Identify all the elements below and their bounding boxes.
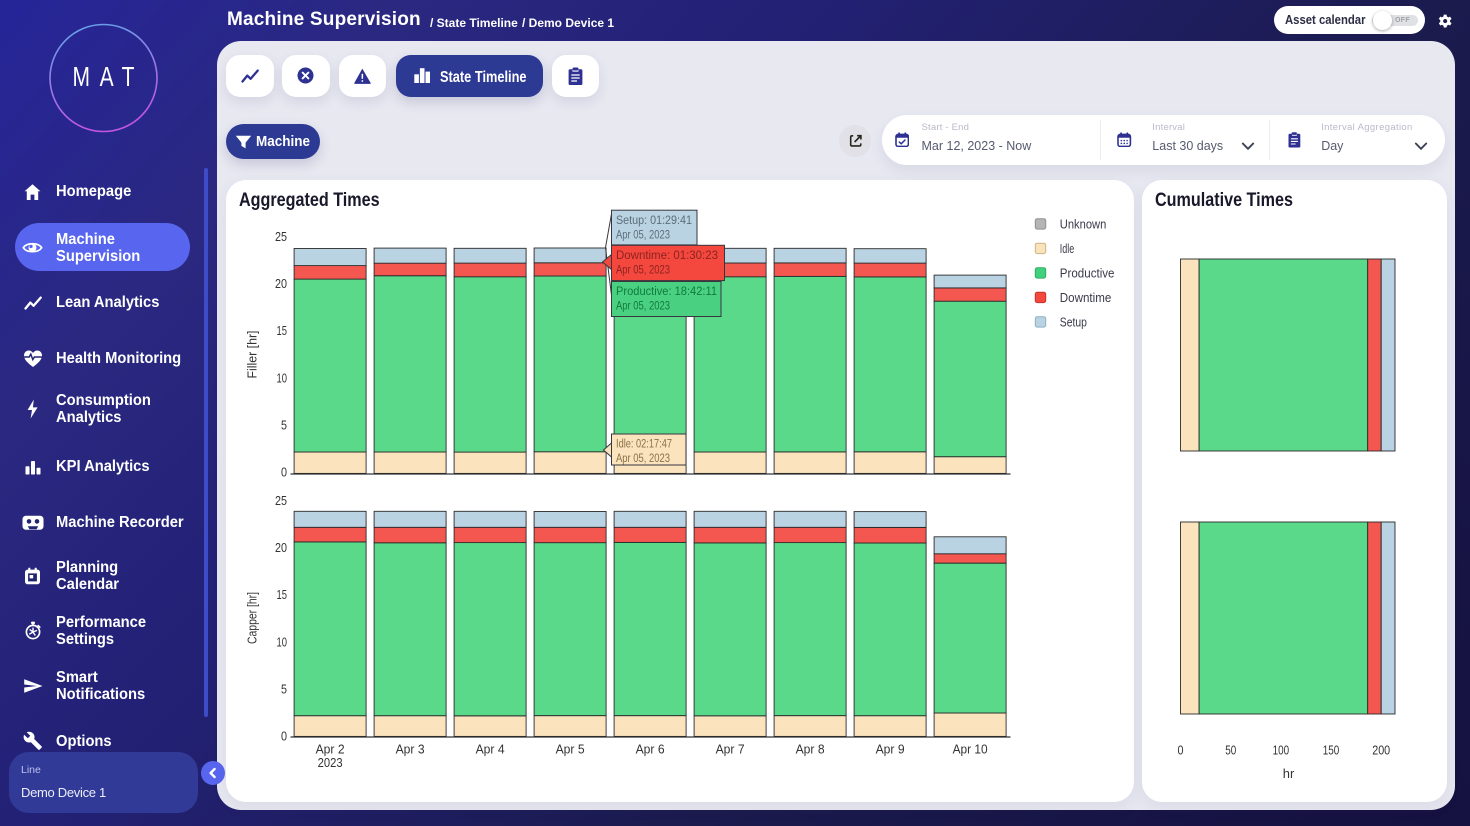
svg-text:Apr 4: Apr 4 [476,743,505,757]
svg-text:Apr 5: Apr 5 [556,743,585,757]
svg-text:Idle: 02:17:47: Idle: 02:17:47 [616,439,672,451]
svg-text:0: 0 [1178,744,1184,758]
svg-text:Capper [hr]: Capper [hr] [246,592,260,644]
svg-text:Apr 6: Apr 6 [636,743,665,757]
svg-text:25: 25 [275,230,287,244]
svg-text:Apr 05, 2023: Apr 05, 2023 [616,264,670,276]
svg-text:Apr 9: Apr 9 [876,743,905,757]
svg-text:Setup: 01:29:41: Setup: 01:29:41 [616,215,692,227]
svg-text:Downtime: Downtime [1060,291,1112,305]
svg-text:Idle: Idle [1060,242,1075,256]
svg-text:200: 200 [1372,744,1390,758]
svg-text:20: 20 [275,277,287,291]
svg-text:Apr 2: Apr 2 [316,743,345,757]
svg-text:Setup: Setup [1060,315,1087,329]
svg-text:Downtime: 01:30:23: Downtime: 01:30:23 [616,250,718,262]
svg-text:Apr 05, 2023: Apr 05, 2023 [616,453,670,465]
svg-text:Apr 7: Apr 7 [716,743,745,757]
svg-text:Productive: 18:42:11: Productive: 18:42:11 [616,286,717,298]
svg-text:5: 5 [281,418,287,432]
svg-text:2023: 2023 [318,756,343,770]
svg-text:0: 0 [281,466,287,480]
svg-text:150: 150 [1323,744,1340,758]
svg-text:10: 10 [277,371,288,385]
svg-text:5: 5 [281,682,287,696]
svg-text:10: 10 [277,635,288,649]
svg-text:15: 15 [277,588,288,602]
svg-text:100: 100 [1273,744,1290,758]
svg-text:Apr 8: Apr 8 [796,743,825,757]
svg-text:Apr 05, 2023: Apr 05, 2023 [616,229,670,241]
svg-text:Apr 10: Apr 10 [953,743,988,757]
svg-text:50: 50 [1225,744,1236,758]
svg-text:Productive: Productive [1060,266,1115,280]
svg-text:hr: hr [1283,766,1295,781]
svg-text:25: 25 [275,494,287,508]
svg-text:Apr 3: Apr 3 [396,743,425,757]
svg-text:Apr 05, 2023: Apr 05, 2023 [616,301,670,313]
svg-text:15: 15 [277,324,288,338]
svg-text:20: 20 [275,541,287,555]
svg-text:0: 0 [281,730,287,744]
svg-text:Filler [hr]: Filler [hr] [246,331,260,379]
svg-text:Unknown: Unknown [1060,217,1107,231]
